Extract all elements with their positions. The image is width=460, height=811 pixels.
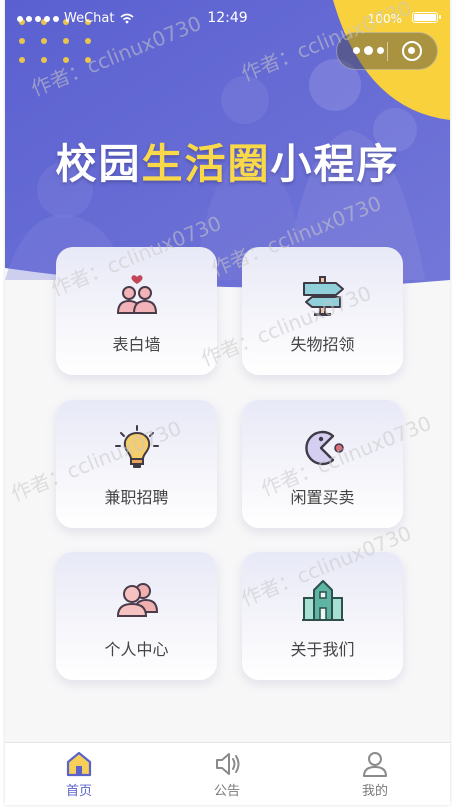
tab-bar: 首页 公告 我的 — [5, 742, 450, 805]
title-highlight: 生活圈 — [141, 140, 271, 188]
menu-card-label: 闲置买卖 — [290, 488, 355, 507]
app-frame: WeChat 12:49 100% 校园生活圈小程序 表白墙 失物招领 兼职招聘… — [5, 0, 450, 805]
miniprogram-capsule — [336, 32, 438, 70]
page-title: 校园生活圈小程序 — [5, 130, 450, 190]
battery-percent: 100% — [367, 12, 402, 26]
menu-card-lost-and-found[interactable]: 失物招领 — [242, 247, 403, 375]
lightbulb-icon — [114, 425, 159, 468]
menu-card-secondhand-market[interactable]: 闲置买卖 — [242, 400, 403, 528]
tab-announcements[interactable]: 公告 — [153, 743, 301, 805]
menu-card-about-us[interactable]: 关于我们 — [242, 552, 403, 680]
title-part2: 小程序 — [270, 140, 400, 188]
menu-card-label: 表白墙 — [112, 335, 161, 354]
close-miniprogram-button[interactable] — [402, 41, 422, 61]
home-icon — [66, 751, 92, 777]
user-icon — [363, 752, 387, 777]
pacman-icon — [304, 430, 344, 466]
menu-card-part-time-jobs[interactable]: 兼职招聘 — [56, 400, 217, 528]
tab-label: 公告 — [213, 784, 240, 799]
menu-card-label: 个人中心 — [104, 640, 169, 659]
menu-card-label: 关于我们 — [290, 640, 355, 659]
status-bar: WeChat 12:49 100% — [5, 0, 450, 36]
menu-card-label: 失物招领 — [290, 335, 355, 354]
menu-card-label: 兼职招聘 — [104, 488, 169, 507]
tab-home[interactable]: 首页 — [5, 743, 153, 805]
battery-icon — [412, 12, 441, 23]
signpost-icon — [302, 276, 344, 316]
menu-card-personal-center[interactable]: 个人中心 — [56, 552, 217, 680]
building-icon — [301, 580, 344, 621]
speaker-icon — [216, 753, 240, 775]
users-icon — [116, 583, 158, 617]
tab-mine[interactable]: 我的 — [301, 743, 449, 805]
tab-label: 我的 — [361, 784, 388, 799]
title-part1: 校园 — [55, 140, 142, 188]
more-menu-button[interactable] — [353, 46, 384, 55]
couple-heart-icon — [116, 275, 157, 314]
tab-label: 首页 — [65, 784, 92, 799]
menu-card-confession-wall[interactable]: 表白墙 — [56, 247, 217, 375]
